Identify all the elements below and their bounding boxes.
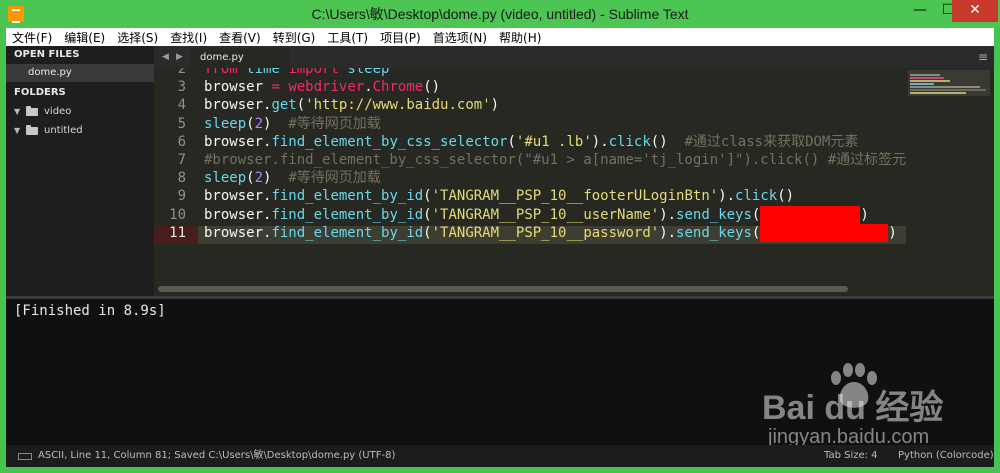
menu-tools[interactable]: 工具(T) xyxy=(321,29,374,46)
folder-label: video xyxy=(44,106,72,117)
open-files-heading: OPEN FILES xyxy=(14,49,80,60)
line-number: 8 xyxy=(177,170,186,187)
minimap[interactable] xyxy=(906,68,994,282)
code-line: browser.get('http://www.baidu.com') xyxy=(204,97,500,114)
minimap-line xyxy=(910,80,950,82)
minimap-line xyxy=(910,86,980,88)
redaction-box xyxy=(760,205,861,224)
code-line: sleep(2) #等待网页加载 xyxy=(204,115,381,132)
tab-bar: ◀ ▶ dome.py ≡ xyxy=(154,46,994,68)
menu-view[interactable]: 查看(V) xyxy=(213,29,267,46)
line-number: 9 xyxy=(177,188,186,205)
minimap-line xyxy=(910,83,934,85)
sidebar: OPEN FILES dome.py FOLDERS ▼ video ▼ unt… xyxy=(6,46,154,296)
tab-dome-py[interactable]: dome.py xyxy=(190,48,290,68)
code-line: browser.find_element_by_id('TANGRAM__PSP… xyxy=(204,205,869,224)
minimize-button[interactable]: — xyxy=(906,0,934,22)
menu-preferences[interactable]: 首选项(N) xyxy=(427,29,493,46)
code-line: browser.find_element_by_css_selector('#u… xyxy=(204,133,859,150)
code-line: sleep(2) #等待网页加载 xyxy=(204,170,381,187)
menu-help[interactable]: 帮助(H) xyxy=(493,29,547,46)
minimap-line xyxy=(910,92,966,94)
expand-triangle-icon[interactable]: ▼ xyxy=(14,102,26,121)
folder-icon xyxy=(26,105,38,116)
folder-icon xyxy=(26,124,38,135)
code-line: browser = webdriver.Chrome() xyxy=(204,79,441,96)
line-number: 11 xyxy=(169,224,186,241)
open-file-item[interactable]: dome.py xyxy=(6,64,154,82)
status-text: ASCII, Line 11, Column 81; Saved C:\User… xyxy=(38,450,396,461)
minimap-line xyxy=(910,77,944,79)
tab-menu-icon[interactable]: ≡ xyxy=(978,46,988,68)
folder-label: untitled xyxy=(44,125,83,136)
redaction-box xyxy=(760,223,889,242)
tab-scroll-right-icon[interactable]: ▶ xyxy=(176,46,183,68)
code-line: browser.find_element_by_id('TANGRAM__PSP… xyxy=(204,223,897,242)
title-bar[interactable]: C:\Users\敏\Desktop\dome.py (video, untit… xyxy=(0,0,1000,28)
expand-triangle-icon[interactable]: ▼ xyxy=(14,121,26,140)
line-number-gutter: 2 3 4 5 6 7 8 9 10 11 xyxy=(154,68,198,274)
code-line: browser.find_element_by_id('TANGRAM__PSP… xyxy=(204,188,795,205)
menu-edit[interactable]: 编辑(E) xyxy=(58,29,111,46)
status-bar: ASCII, Line 11, Column 81; Saved C:\User… xyxy=(6,445,994,467)
code-lines: from time import sleep browser = webdriv… xyxy=(204,68,906,274)
scrollbar-thumb[interactable] xyxy=(158,286,848,292)
folder-item-untitled[interactable]: ▼ untitled xyxy=(6,121,154,140)
menu-goto[interactable]: 转到(G) xyxy=(267,29,322,46)
line-number: 7 xyxy=(177,151,186,168)
code-line: #browser.find_element_by_css_selector("#… xyxy=(204,151,906,168)
folder-item-video[interactable]: ▼ video xyxy=(6,102,154,121)
menu-find[interactable]: 查找(I) xyxy=(164,29,213,46)
watermark-logo: Bai du 经验 xyxy=(762,389,944,427)
sublime-window: C:\Users\敏\Desktop\dome.py (video, untit… xyxy=(0,0,1000,473)
window-title: C:\Users\敏\Desktop\dome.py (video, untit… xyxy=(311,6,689,22)
syntax-indicator[interactable]: Python (Colorcode) xyxy=(898,445,994,467)
line-number: 6 xyxy=(177,133,186,150)
menu-file[interactable]: 文件(F) xyxy=(6,29,58,46)
line-number: 2 xyxy=(177,68,186,77)
minimap-line xyxy=(910,89,986,91)
folders-heading: FOLDERS xyxy=(14,87,66,98)
code-editor[interactable]: 2 3 4 5 6 7 8 9 10 11 from time import s… xyxy=(154,68,906,282)
line-number: 5 xyxy=(177,115,186,132)
build-output-text: [Finished in 8.9s] xyxy=(14,303,166,319)
close-button[interactable]: ✕ xyxy=(952,0,998,22)
tab-size-indicator[interactable]: Tab Size: 4 xyxy=(824,445,878,467)
line-number: 4 xyxy=(177,97,186,114)
code-line: from time import sleep xyxy=(204,68,390,77)
tab-scroll-left-icon[interactable]: ◀ xyxy=(162,46,169,68)
menu-project[interactable]: 项目(P) xyxy=(374,29,427,46)
baidu-jingyan-watermark: Bai du 经验 jingyan.baidu.com xyxy=(762,363,962,450)
line-number: 10 xyxy=(169,206,186,223)
line-number: 3 xyxy=(177,79,186,96)
menu-selection[interactable]: 选择(S) xyxy=(111,29,164,46)
menu-bar: 文件(F) 编辑(E) 选择(S) 查找(I) 查看(V) 转到(G) 工具(T… xyxy=(6,28,994,46)
horizontal-scrollbar[interactable] xyxy=(154,282,994,296)
minimap-line xyxy=(910,74,940,76)
panel-toggle-icon[interactable] xyxy=(18,453,32,460)
